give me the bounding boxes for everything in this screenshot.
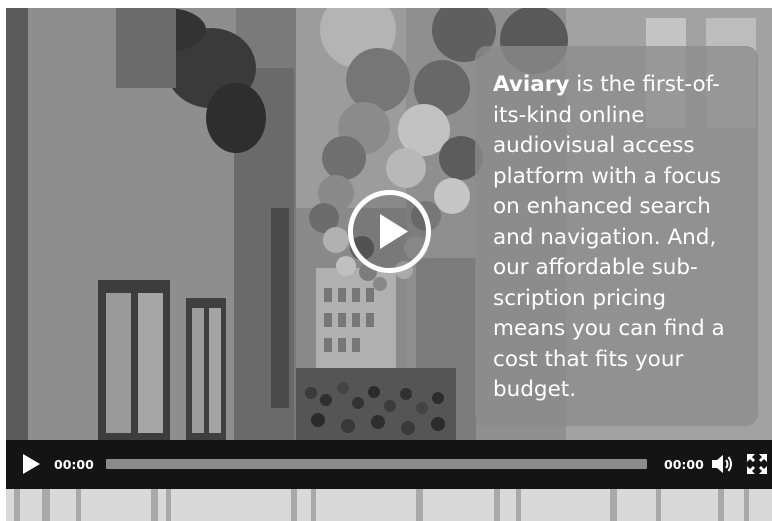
timeline-tick xyxy=(14,489,20,521)
timeline-strip xyxy=(6,489,772,521)
info-overlay-panel: Aviary is the first-of-its-kind online a… xyxy=(475,46,758,426)
timeline-tick xyxy=(42,489,50,521)
info-description: is the first-of-its-kind online audiovis… xyxy=(493,72,725,402)
timeline-tick xyxy=(516,489,521,521)
timeline-tick xyxy=(718,489,724,521)
timeline-tick xyxy=(610,489,617,521)
video-frame[interactable]: Aviary is the first-of-its-kind online a… xyxy=(6,8,772,440)
timeline-tick xyxy=(656,489,661,521)
brand-name: Aviary xyxy=(493,72,570,97)
duration-time: 00:00 xyxy=(664,457,704,472)
play-icon xyxy=(23,454,40,474)
volume-icon xyxy=(712,455,732,473)
timeline-tick xyxy=(494,489,500,521)
progress-bar[interactable] xyxy=(106,459,647,469)
volume-button[interactable] xyxy=(710,453,734,475)
timeline-tick xyxy=(744,489,749,521)
fullscreen-icon xyxy=(747,454,767,474)
big-play-button[interactable] xyxy=(346,188,433,275)
timeline-tick xyxy=(291,489,297,521)
play-button[interactable] xyxy=(20,452,42,476)
current-time: 00:00 xyxy=(54,457,94,472)
timeline-tick xyxy=(151,489,158,521)
fullscreen-button[interactable] xyxy=(746,453,768,475)
timeline-tick xyxy=(416,489,423,521)
timeline-tick xyxy=(76,489,81,521)
player-controls: 00:00 00:00 xyxy=(6,440,772,489)
timeline-tick xyxy=(311,489,316,521)
timeline-tick xyxy=(166,489,171,521)
play-circle-icon xyxy=(348,190,431,273)
video-player[interactable]: Aviary is the first-of-its-kind online a… xyxy=(6,8,772,489)
info-overlay-text: Aviary is the first-of-its-kind online a… xyxy=(493,70,740,406)
